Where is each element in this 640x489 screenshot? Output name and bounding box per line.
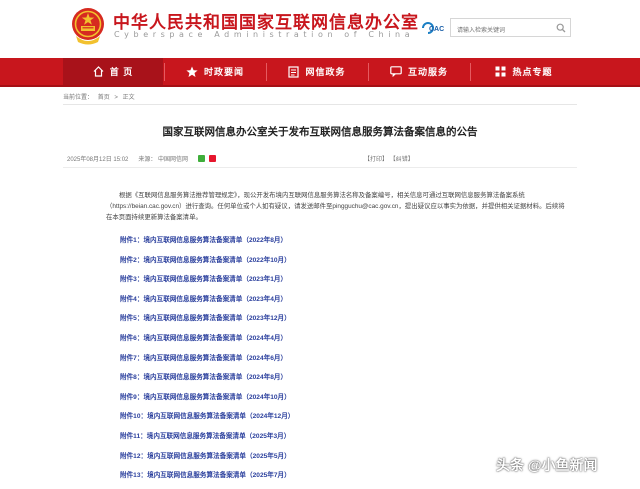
attachment-link-1[interactable]: 附件1：境内互联网信息服务算法备案清单（2022年8月） — [120, 234, 294, 254]
print-link[interactable]: 【打印】 — [364, 157, 388, 163]
nav-label-interactive: 互动服务 — [407, 67, 448, 77]
wechat-share-icon[interactable] — [198, 155, 206, 162]
nav-label-home: 首 页 — [109, 67, 134, 77]
document-icon — [288, 65, 300, 78]
attachment-link-13[interactable]: 附件13：境内互联网信息服务算法备案清单（2025年7月） — [120, 469, 294, 489]
breadcrumb-current: 正文 — [122, 95, 135, 101]
attachment-link-10[interactable]: 附件10：境内互联网信息服务算法备案清单（2024年12月） — [120, 410, 294, 430]
search-input[interactable] — [451, 22, 551, 40]
search-button[interactable] — [552, 19, 570, 36]
publish-date: 2025年08月12日 15:02 — [67, 157, 129, 163]
site-subtitle: Cyberspace Administration of China — [114, 30, 415, 39]
attachment-link-4[interactable]: 附件4：境内互联网信息服务算法备案清单（2023年4月） — [120, 293, 294, 313]
breadcrumb-prefix: 当前位置： — [63, 95, 94, 101]
cac-logo-icon[interactable]: CAC — [420, 20, 448, 36]
attachment-link-8[interactable]: 附件8：境内互联网信息服务算法备案清单（2024年8月） — [120, 371, 294, 391]
article-tools: 【打印】 【纠错】 — [364, 154, 414, 163]
nav-item-news[interactable]: 时政要闻 — [165, 58, 265, 85]
attachment-link-7[interactable]: 附件7：境内互联网信息服务算法备案清单（2024年6月） — [120, 352, 294, 372]
site-header: 中华人民共和国国家互联网信息办公室 Cyberspace Administrat… — [0, 0, 640, 58]
article-meta: 2025年08月12日 15:02 来源： 中国网信网 — [67, 154, 217, 163]
attachment-list: 附件1：境内互联网信息服务算法备案清单（2022年8月） 附件2：境内互联网信息… — [120, 234, 294, 489]
divider — [63, 167, 577, 168]
breadcrumb: 当前位置： 首页 > 正文 — [63, 92, 138, 101]
breadcrumb-separator: > — [114, 95, 118, 101]
nav-item-home[interactable]: 首 页 — [63, 58, 163, 85]
article-title: 国家互联网信息办公室关于发布互联网信息服务算法备案信息的公告 — [162, 126, 478, 138]
divider — [63, 104, 577, 105]
nav-label-topics: 热点专题 — [512, 67, 553, 77]
star-icon — [186, 66, 198, 77]
weibo-share-icon[interactable] — [209, 155, 217, 162]
search-icon — [556, 23, 566, 32]
article-source: 来源： 中国网信网 — [138, 157, 189, 163]
nav-item-affairs[interactable]: 网信政务 — [267, 58, 367, 85]
article-body: 根据《互联网信息服务算法推荐管理规定》，现公开发布境内互联网信息服务算法名称及备… — [106, 192, 565, 222]
attachment-link-2[interactable]: 附件2：境内互联网信息服务算法备案清单（2022年10月） — [120, 254, 294, 274]
error-report-link[interactable]: 【纠错】 — [390, 157, 414, 163]
cac-logo-text: CAC — [429, 26, 444, 33]
attachment-link-11[interactable]: 附件11：境内互联网信息服务算法备案清单（2025年3月） — [120, 430, 294, 450]
attachment-link-9[interactable]: 附件9：境内互联网信息服务算法备案清单（2024年10月） — [120, 391, 294, 411]
home-icon — [93, 66, 104, 77]
attachment-link-12[interactable]: 附件12：境内互联网信息服务算法备案清单（2025年5月） — [120, 450, 294, 470]
attachment-link-3[interactable]: 附件3：境内互联网信息服务算法备案清单（2023年1月） — [120, 273, 294, 293]
search-box — [450, 18, 571, 40]
nav-item-interactive[interactable]: 互动服务 — [369, 58, 469, 85]
attachment-link-5[interactable]: 附件5：境内互联网信息服务算法备案清单（2023年12月） — [120, 312, 294, 332]
main-nav: 首 页 时政要闻 网信政务 互动服务 热点专题 — [0, 58, 640, 87]
breadcrumb-home-link[interactable]: 首页 — [98, 95, 110, 101]
chat-icon — [390, 66, 402, 77]
national-emblem-icon[interactable] — [70, 6, 106, 46]
grid-icon — [495, 66, 506, 77]
nav-label-news: 时政要闻 — [203, 67, 244, 77]
nav-label-affairs: 网信政务 — [305, 67, 346, 77]
attachment-link-6[interactable]: 附件6：境内互联网信息服务算法备案清单（2024年4月） — [120, 332, 294, 352]
watermark: 头条 @小鱼新闻 — [496, 457, 598, 473]
nav-item-topics[interactable]: 热点专题 — [471, 58, 577, 85]
